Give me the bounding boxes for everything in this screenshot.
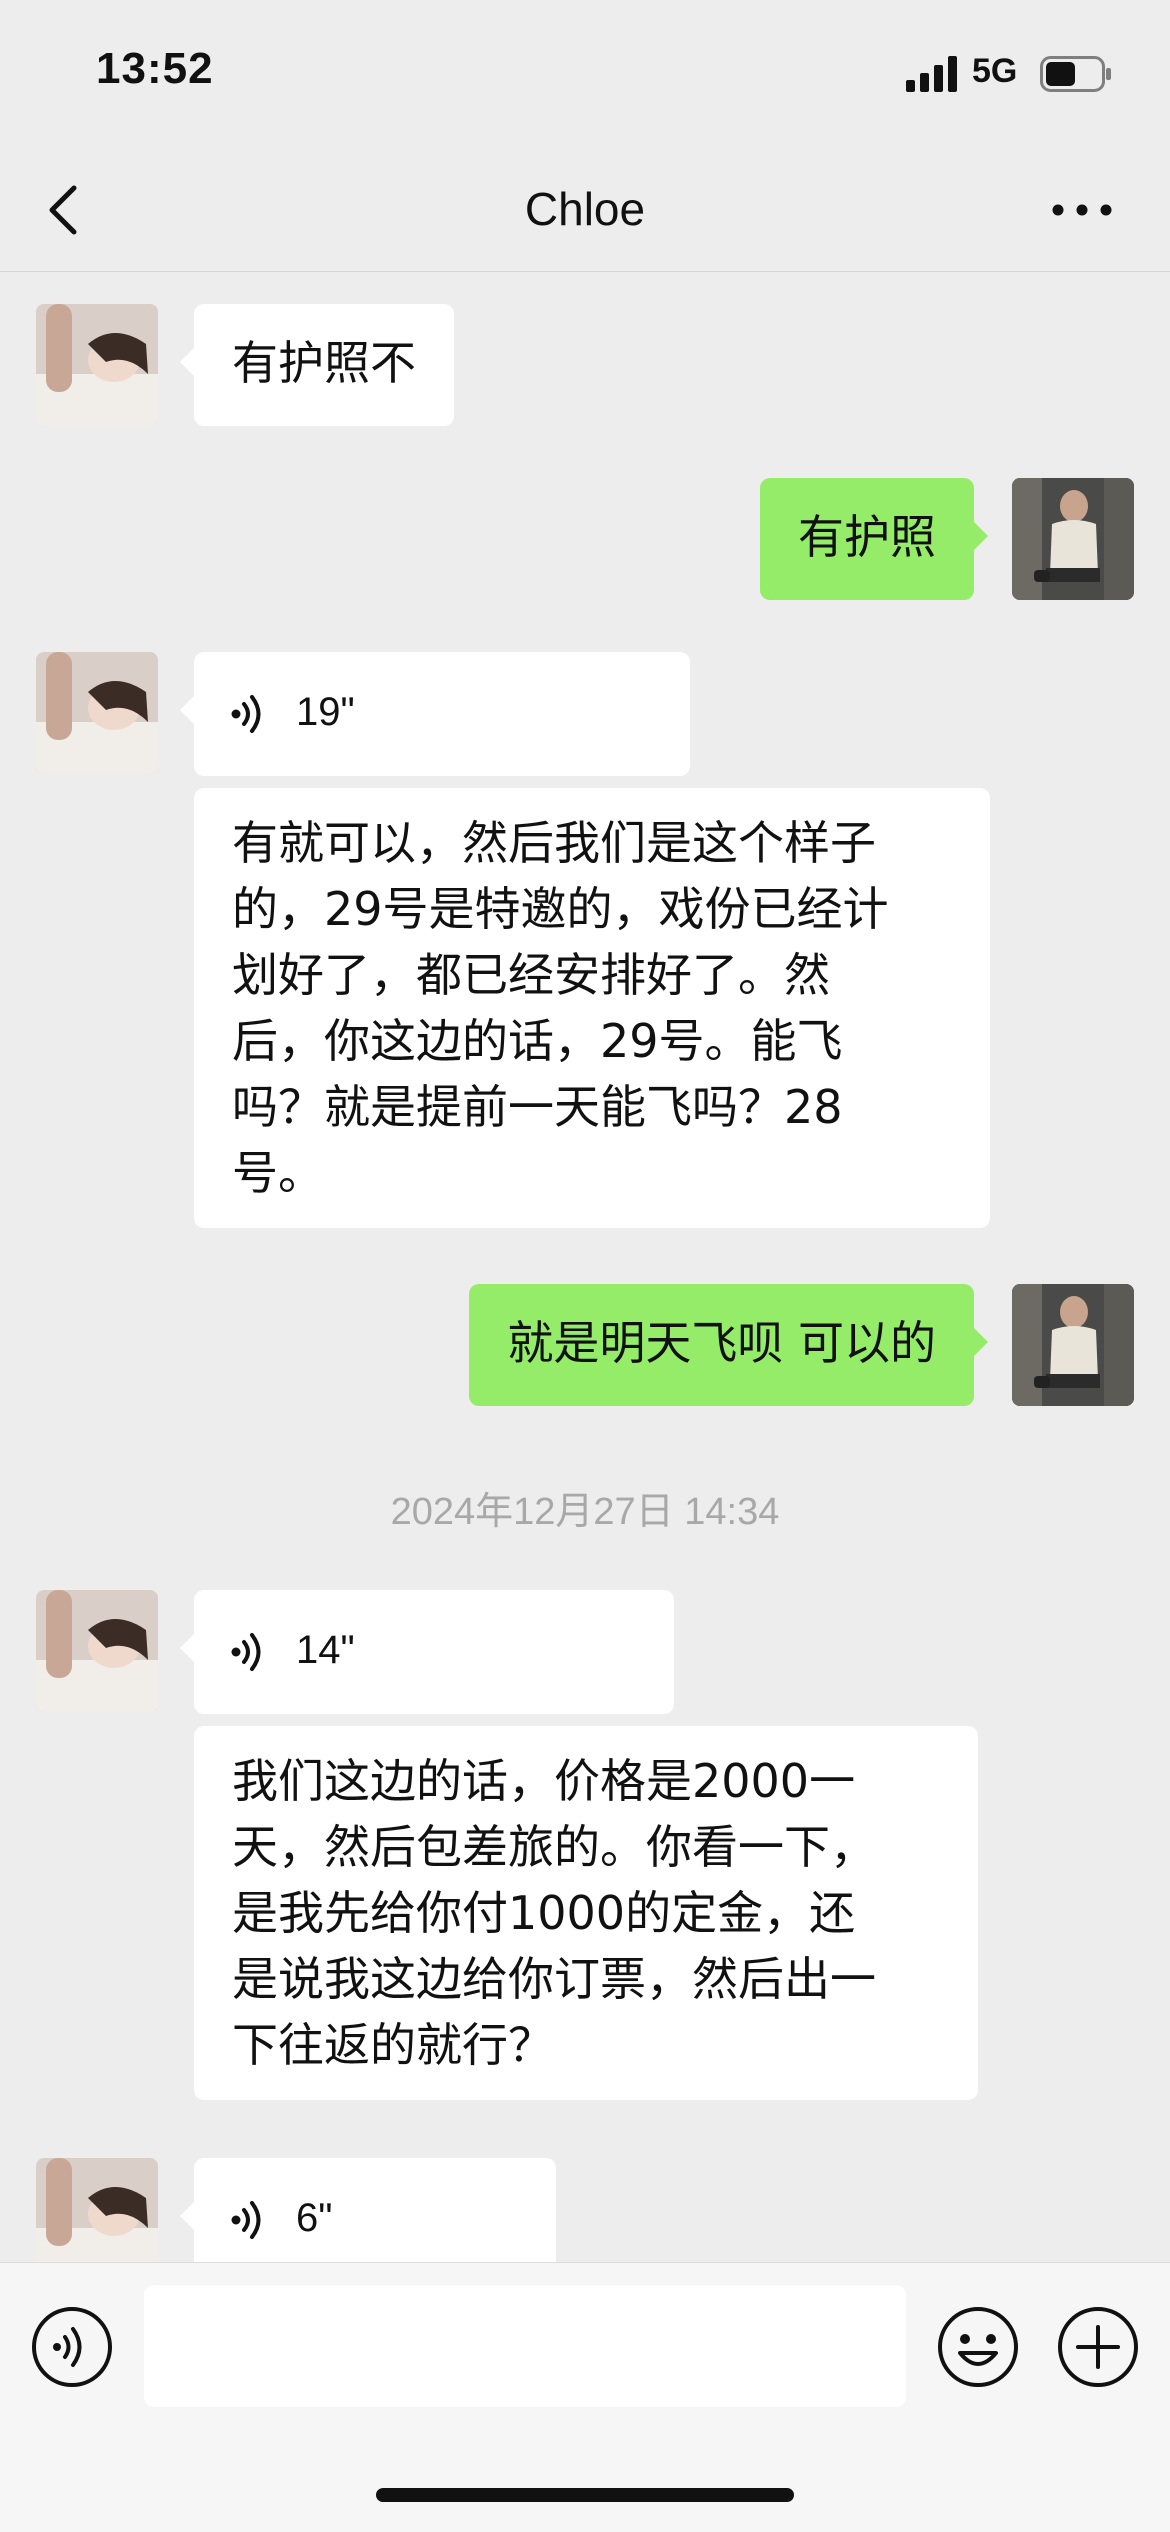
home-indicator[interactable]	[376, 2488, 794, 2502]
message-bubble-outgoing[interactable]: 有护照	[760, 478, 988, 600]
voice-wave-icon	[231, 695, 261, 733]
transcript-line: 有就可以，然后我们是这个样子	[232, 816, 876, 870]
user-avatar[interactable]	[1012, 478, 1134, 600]
message-text: 有护照	[798, 510, 936, 564]
voice-message[interactable]: 19"	[180, 652, 690, 776]
plus-icon[interactable]	[1056, 2305, 1140, 2389]
nav-bar: Chloe	[0, 150, 1170, 272]
message-text: 有护照不	[232, 336, 416, 390]
status-time: 13:52	[96, 44, 214, 93]
transcript-line: 划好了，都已经安排好了。然	[232, 948, 830, 1002]
message-bubble-incoming[interactable]: 有护照不	[180, 304, 454, 426]
signal-icon	[906, 56, 957, 92]
transcript-line: 是说我这边给你订票，然后出一	[232, 1952, 876, 2006]
user-avatar[interactable]	[1012, 1284, 1134, 1406]
emoji-icon[interactable]	[936, 2305, 1020, 2389]
transcript-line: 下往返的就行？	[232, 2018, 554, 2072]
transcript-line: 是我先给你付1000的定金，还	[232, 1886, 856, 1940]
transcript-line: 天，然后包差旅的。你看一下，	[232, 1820, 876, 1874]
contact-avatar[interactable]	[36, 1590, 158, 1712]
voice-input-icon[interactable]	[30, 2305, 114, 2389]
voice-wave-icon	[231, 1633, 261, 1671]
chat-timestamp: 2024年12月27日 14:34	[390, 1491, 780, 1533]
message-bubble-outgoing[interactable]: 就是明天飞呗 可以的	[469, 1284, 988, 1406]
voice-duration: 6"	[296, 2196, 333, 2240]
transcript-line: 后，你这边的话，29号。能飞	[232, 1014, 843, 1068]
voice-message[interactable]: 14"	[180, 1590, 674, 1714]
voice-wave-icon	[231, 2201, 261, 2239]
battery-icon	[1040, 56, 1111, 92]
contact-avatar[interactable]	[36, 304, 158, 426]
status-bar: 13:52 5G	[0, 0, 1170, 150]
transcript-line: 的，29号是特邀的，戏份已经计	[232, 882, 889, 936]
voice-transcript[interactable]: 有就可以，然后我们是这个样子 的，29号是特邀的，戏份已经计 划好了，都已经安排…	[194, 788, 990, 1228]
transcript-line: 我们这边的话，价格是2000一	[232, 1754, 856, 1808]
voice-duration: 19"	[296, 690, 355, 734]
more-dots-icon[interactable]	[1050, 190, 1114, 230]
voice-duration: 14"	[296, 1628, 355, 1672]
message-text: 就是明天飞呗 可以的	[507, 1316, 936, 1370]
voice-transcript[interactable]: 我们这边的话，价格是2000一 天，然后包差旅的。你看一下， 是我先给你付100…	[194, 1726, 978, 2100]
contact-avatar[interactable]	[36, 652, 158, 774]
transcript-line: 吗？就是提前一天能飞吗？28	[232, 1080, 843, 1134]
network-type: 5G	[972, 52, 1018, 90]
message-input[interactable]	[144, 2285, 906, 2407]
transcript-line: 号。	[232, 1146, 324, 1200]
chat-title: Chloe	[524, 183, 646, 235]
